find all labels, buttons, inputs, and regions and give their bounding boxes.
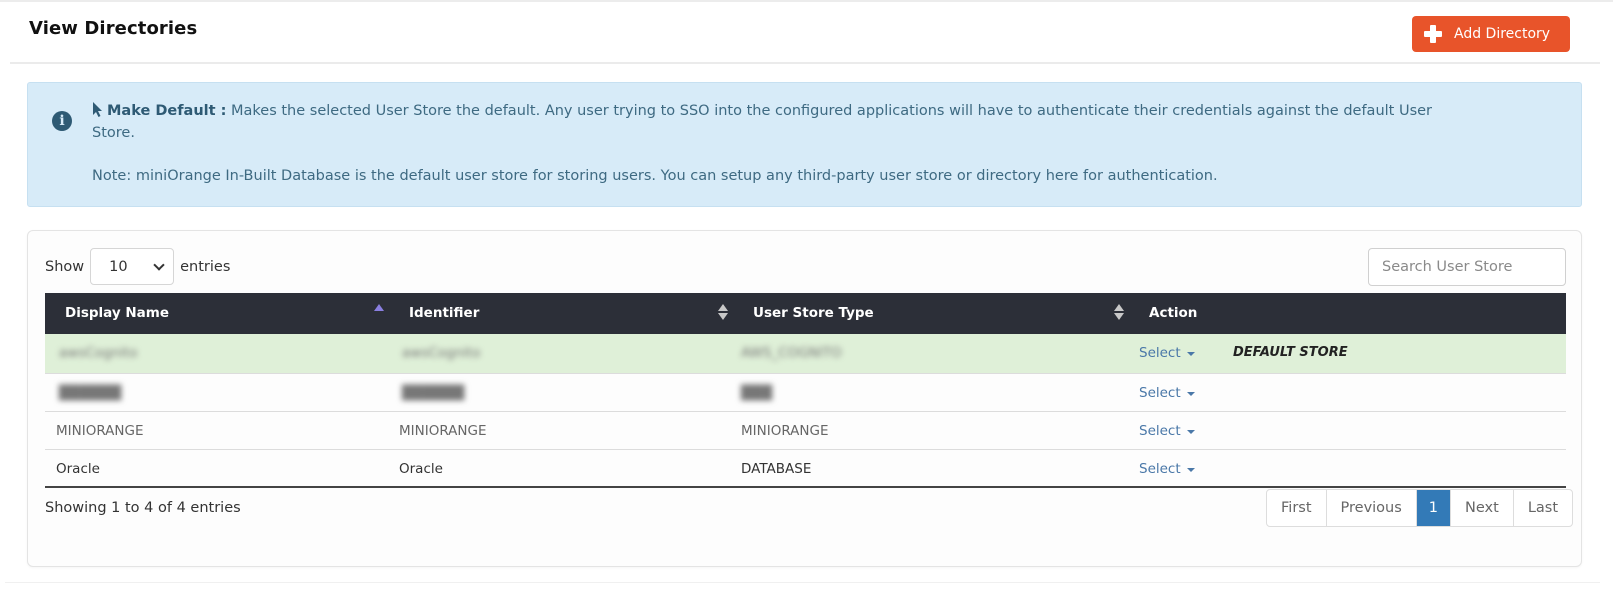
- directories-table: Display Name Identifier User Store Type …: [45, 293, 1566, 488]
- plus-icon: [1424, 25, 1442, 43]
- caret-down-icon: [1186, 352, 1195, 356]
- table-row: Oracle Oracle DATABASE Select: [45, 449, 1566, 488]
- table-row: awsCognito awsCognito AWS_COGNITO Select…: [45, 334, 1566, 374]
- user-store-type-cell: AWS_COGNITO: [741, 345, 842, 361]
- select-action-dropdown[interactable]: Select: [1139, 461, 1195, 477]
- add-directory-button[interactable]: Add Directory: [1412, 16, 1570, 52]
- entries-label: entries: [180, 258, 231, 275]
- table-row: ██████ ██████ ███ Select: [45, 373, 1566, 412]
- identifier-cell: awsCognito: [402, 345, 481, 361]
- user-store-type-cell: ███: [741, 384, 773, 401]
- sort-icon: [1114, 304, 1124, 322]
- make-default-text: Makes the selected User Store the defaul…: [92, 103, 1433, 141]
- page-length-control: Show 10 entries: [45, 248, 230, 285]
- column-header-identifier[interactable]: Identifier: [389, 293, 733, 334]
- info-alert: i Make Default : Makes the selected User…: [27, 82, 1582, 207]
- pagination: First Previous 1 Next Last: [1266, 489, 1574, 527]
- display-name-cell: Oracle: [56, 460, 100, 477]
- caret-down-icon: [1186, 391, 1195, 396]
- caret-down-icon: [1186, 429, 1195, 434]
- display-name-cell: MINIORANGE: [56, 422, 144, 439]
- chevron-down-icon: [153, 258, 165, 271]
- identifier-cell: Oracle: [399, 460, 443, 477]
- user-store-type-cell: DATABASE: [741, 460, 812, 477]
- pointer-cursor-icon: [93, 102, 102, 117]
- column-header-action: Action: [1129, 293, 1566, 334]
- page-header: View Directories: [10, 2, 1600, 64]
- page-title: View Directories: [29, 18, 198, 39]
- pagination-next[interactable]: Next: [1451, 490, 1514, 526]
- make-default-label: Make Default :: [107, 103, 227, 119]
- column-header-user-store-type[interactable]: User Store Type: [733, 293, 1129, 334]
- info-note: Note: miniOrange In-Built Database is th…: [92, 168, 1218, 184]
- default-store-badge: DEFAULT STORE: [1233, 345, 1348, 360]
- display-name-cell: ██████: [59, 384, 122, 401]
- select-action-dropdown[interactable]: Select: [1139, 423, 1195, 439]
- select-action-dropdown[interactable]: Select: [1139, 385, 1195, 401]
- entries-summary: Showing 1 to 4 of 4 entries: [45, 500, 241, 516]
- table-header-row: Display Name Identifier User Store Type …: [45, 293, 1566, 334]
- identifier-cell: MINIORANGE: [399, 422, 487, 439]
- show-label: Show: [45, 258, 85, 275]
- sort-icon: [718, 304, 728, 322]
- pagination-previous[interactable]: Previous: [1327, 490, 1417, 526]
- display-name-cell: awsCognito: [59, 345, 138, 361]
- user-store-type-cell: MINIORANGE: [741, 422, 829, 439]
- pagination-page-current[interactable]: 1: [1416, 490, 1452, 526]
- info-icon: i: [52, 111, 72, 131]
- pagination-last[interactable]: Last: [1514, 490, 1572, 526]
- pagination-first[interactable]: First: [1267, 490, 1327, 526]
- directories-card: Show 10 entries Display Name Identifier: [27, 230, 1582, 567]
- page-length-select[interactable]: 10: [90, 248, 175, 285]
- column-header-display-name[interactable]: Display Name: [45, 293, 389, 334]
- page-length-value: 10: [109, 258, 128, 275]
- sort-ascending-icon: [374, 304, 384, 322]
- table-row: MINIORANGE MINIORANGE MINIORANGE Select: [45, 411, 1566, 450]
- identifier-cell: ██████: [402, 384, 465, 401]
- bottom-divider: [5, 582, 1600, 583]
- make-default-description: Make Default : Makes the selected User S…: [92, 100, 1432, 144]
- add-directory-label: Add Directory: [1454, 26, 1551, 42]
- select-action-dropdown[interactable]: Select: [1139, 345, 1195, 361]
- search-user-store-input[interactable]: [1368, 248, 1566, 286]
- caret-down-icon: [1186, 467, 1195, 472]
